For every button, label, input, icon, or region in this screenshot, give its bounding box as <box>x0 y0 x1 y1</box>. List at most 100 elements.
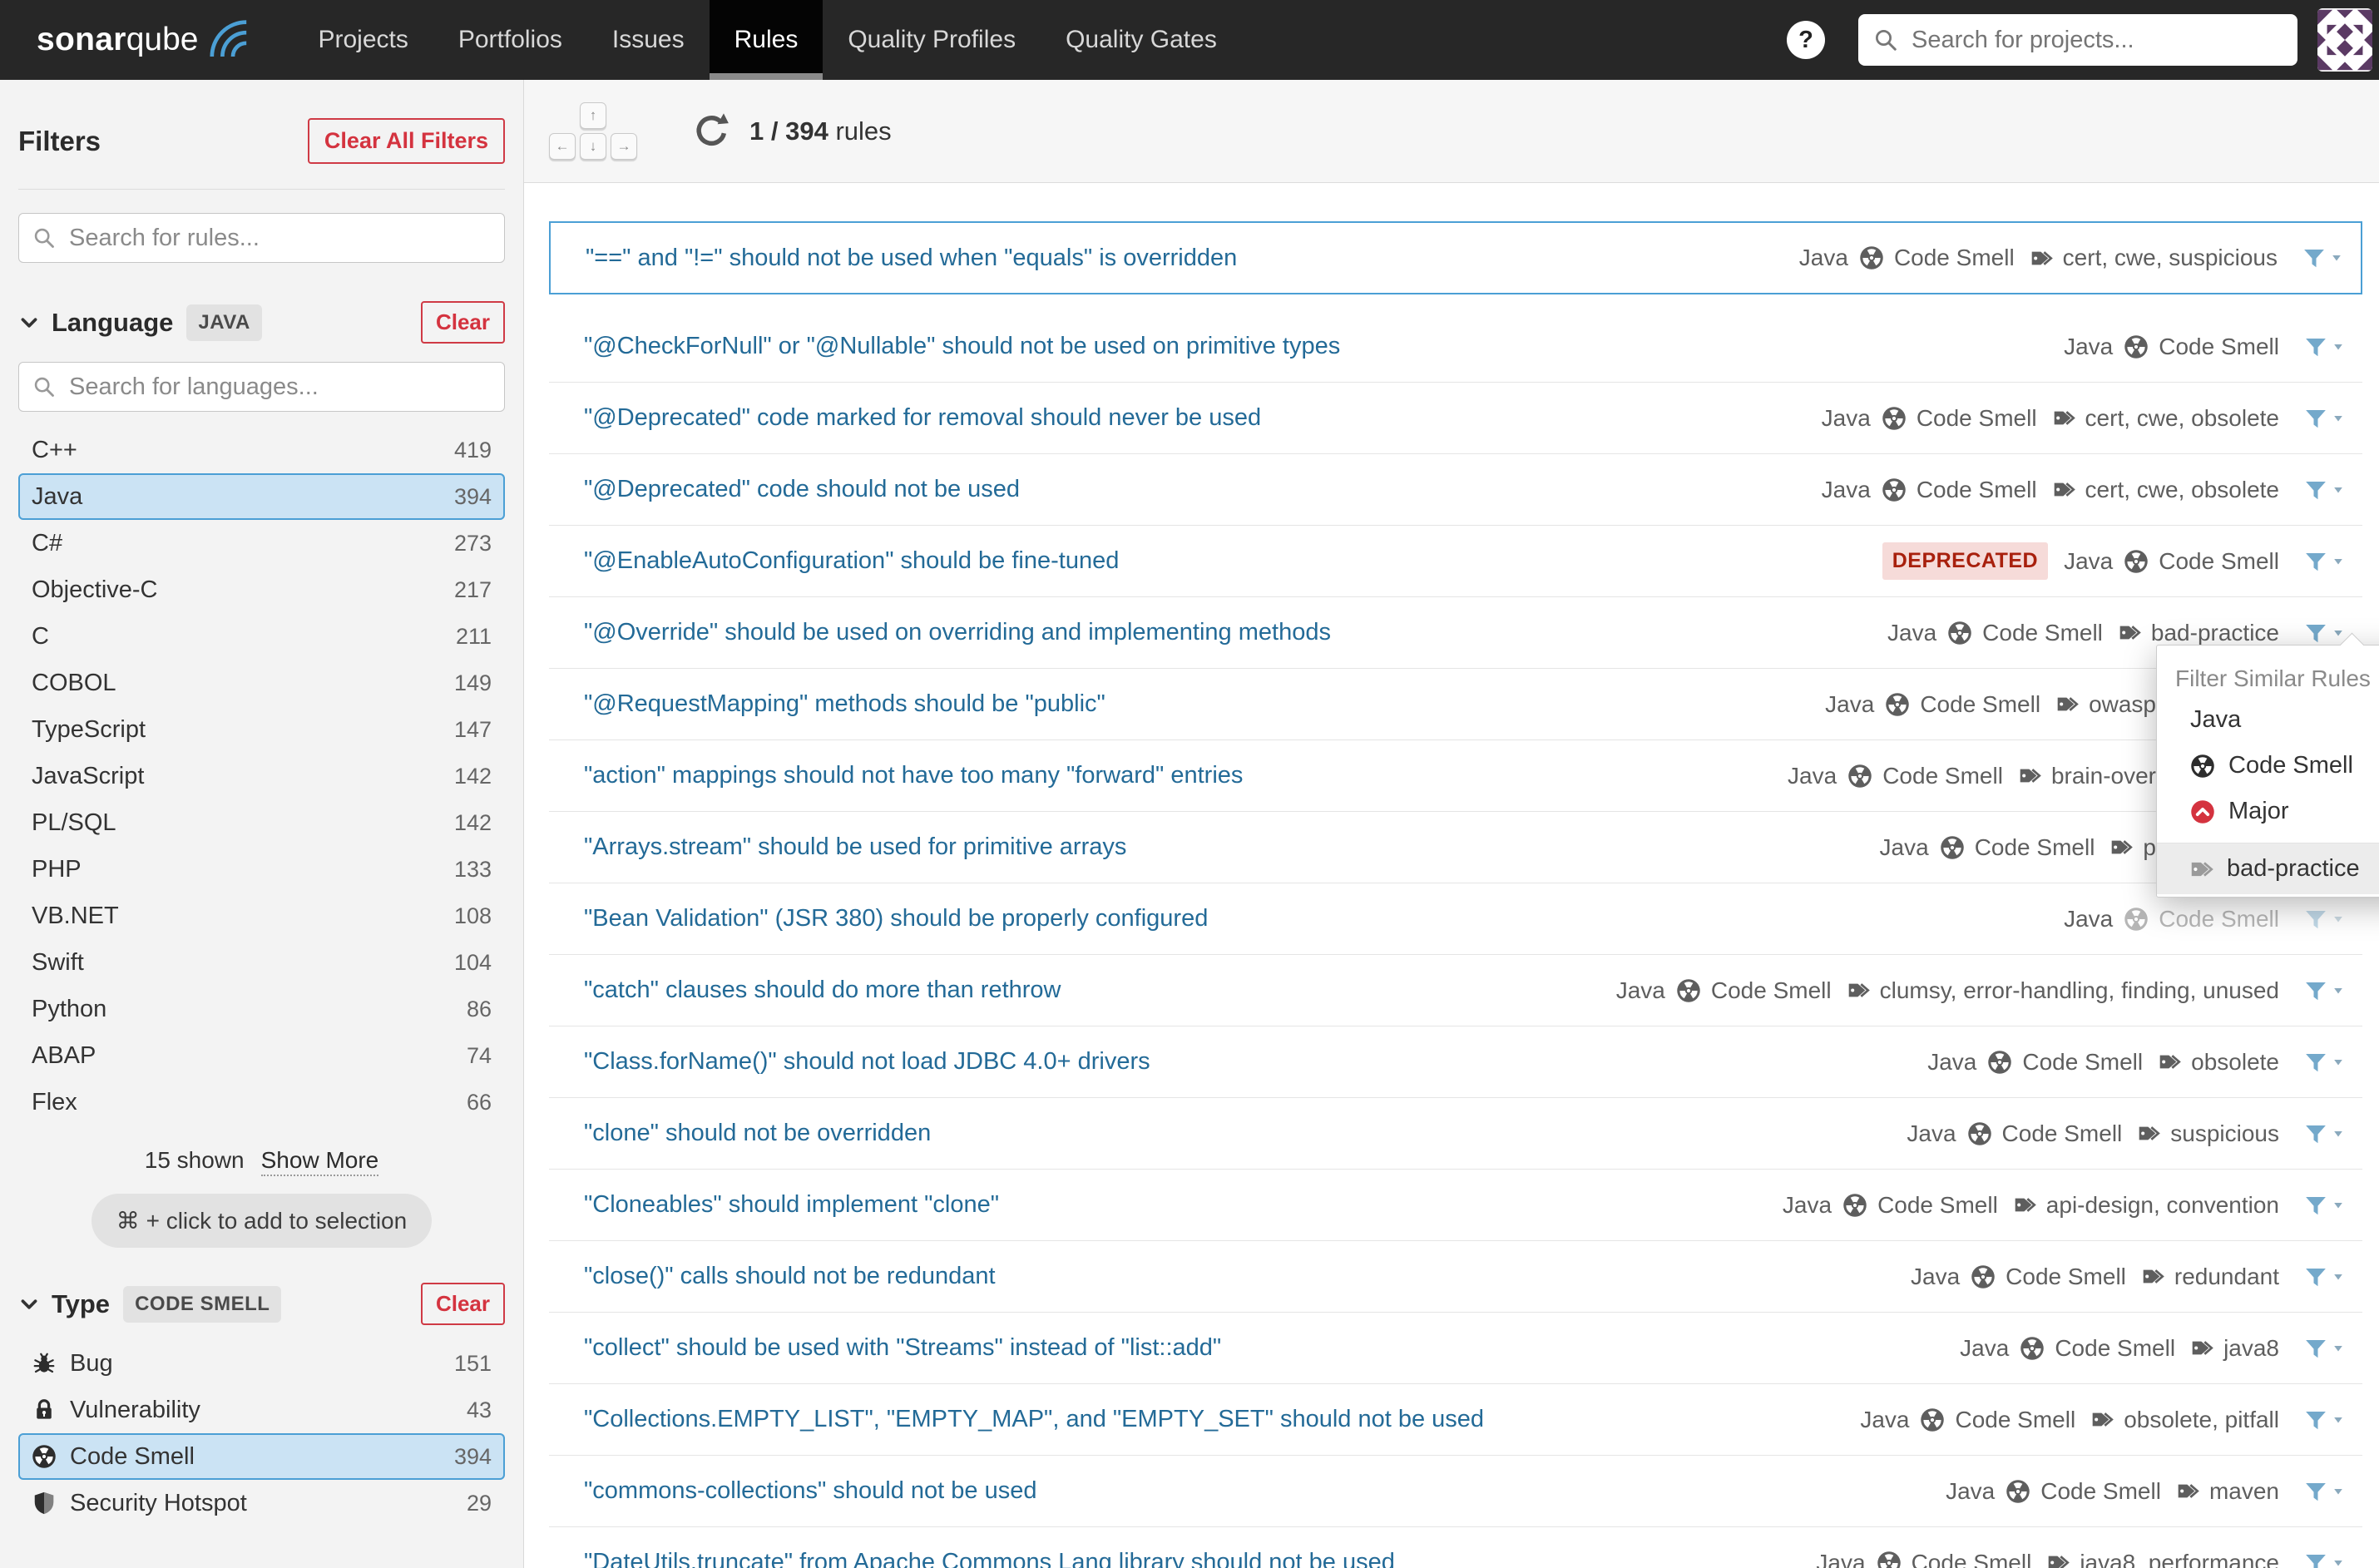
tag-icon <box>2014 1194 2036 1216</box>
rule-title-link[interactable]: "Class.forName()" should not load JDBC 4… <box>584 1048 1927 1076</box>
filter-similar-button[interactable] <box>2303 1479 2344 1504</box>
sidebar-item-pl-sql[interactable]: PL/SQL 142 <box>18 799 505 846</box>
clear-type-button[interactable]: Clear <box>420 1283 505 1325</box>
rule-title-link[interactable]: "Arrays.stream" should be used for primi… <box>584 833 1880 861</box>
rule-title-link[interactable]: "@Deprecated" code marked for removal sh… <box>584 404 1822 432</box>
facet-item-count: 66 <box>466 1089 492 1115</box>
rule-title-link[interactable]: "close()" calls should not be redundant <box>584 1263 1911 1290</box>
filter-similar-button[interactable] <box>2303 406 2344 431</box>
filter-similar-button[interactable] <box>2303 549 2344 574</box>
nav-item-portfolios[interactable]: Portfolios <box>433 0 587 80</box>
popup-item-java[interactable]: Java <box>2157 697 2379 743</box>
filter-similar-button[interactable] <box>2303 1407 2344 1432</box>
sidebar-item-vb-net[interactable]: VB.NET 108 <box>18 893 505 939</box>
sidebar-item-typescript[interactable]: TypeScript 147 <box>18 706 505 753</box>
filter-similar-button[interactable] <box>2303 334 2344 359</box>
rule-title-link[interactable]: "Bean Validation" (JSR 380) should be pr… <box>584 905 2064 932</box>
clear-language-button[interactable]: Clear <box>420 301 505 344</box>
code-smell-icon <box>1842 1193 1867 1218</box>
sidebar-item-security-hotspot[interactable]: Security Hotspot 29 <box>18 1480 505 1526</box>
sidebar-item-php[interactable]: PHP 133 <box>18 846 505 893</box>
nav-item-issues[interactable]: Issues <box>587 0 710 80</box>
sidebar-item-java[interactable]: Java 394 <box>18 473 505 520</box>
rule-title-link[interactable]: "@CheckForNull" or "@Nullable" should no… <box>584 333 2064 360</box>
sidebar-item-bug[interactable]: Bug 151 <box>18 1340 505 1387</box>
sidebar-item-cobol[interactable]: COBOL 149 <box>18 660 505 706</box>
rule-title-link[interactable]: "Cloneables" should implement "clone" <box>584 1191 1783 1219</box>
rule-title-link[interactable]: "clone" should not be overridden <box>584 1120 1907 1147</box>
rule-language: Java <box>1782 1191 1832 1218</box>
funnel-icon <box>2303 549 2328 574</box>
filter-similar-button[interactable] <box>2303 1050 2344 1075</box>
filter-similar-button[interactable] <box>2303 477 2344 502</box>
sidebar-item-c[interactable]: C# 273 <box>18 520 505 566</box>
sidebar-item-c[interactable]: C++ 419 <box>18 427 505 473</box>
help-button[interactable]: ? <box>1787 21 1825 59</box>
sidebar-item-c[interactable]: C 211 <box>18 613 505 660</box>
rule-language: Java <box>1816 1549 1866 1568</box>
popup-item-code-smell[interactable]: Code Smell <box>2157 743 2379 789</box>
facet-item-count: 74 <box>466 1042 492 1068</box>
search-icon <box>32 375 56 398</box>
popup-item-major[interactable]: Major <box>2157 789 2379 834</box>
funnel-icon <box>2303 1264 2328 1289</box>
sidebar-item-abap[interactable]: ABAP 74 <box>18 1032 505 1079</box>
sidebar-item-objective-c[interactable]: Objective-C 217 <box>18 566 505 613</box>
rule-title-link[interactable]: "action" mappings should not have too ma… <box>584 762 1788 789</box>
avatar[interactable] <box>2317 8 2372 72</box>
nav-item-quality-profiles[interactable]: Quality Profiles <box>823 0 1041 80</box>
rule-row: "clone" should not be overridden Java Co… <box>549 1098 2362 1170</box>
sidebar-item-python[interactable]: Python 86 <box>18 986 505 1032</box>
sidebar-item-javascript[interactable]: JavaScript 142 <box>18 753 505 799</box>
filter-similar-button[interactable] <box>2303 1264 2344 1289</box>
popup-item-bad-practice[interactable]: bad-practice <box>2157 843 2379 894</box>
clear-all-filters-button[interactable]: Clear All Filters <box>307 118 505 164</box>
rule-meta: Java Code Smell brain-over <box>1788 763 2156 789</box>
rule-title-link[interactable]: "catch" clauses should do more than reth… <box>584 977 1616 1004</box>
filter-similar-button[interactable] <box>2303 1336 2344 1361</box>
rule-type: Code Smell <box>1967 1120 2122 1147</box>
nav-item-rules[interactable]: Rules <box>709 0 824 80</box>
filter-similar-button[interactable] <box>2302 245 2342 270</box>
filter-similar-button[interactable] <box>2303 1121 2344 1146</box>
rule-title-link[interactable]: "==" and "!=" should not be used when "e… <box>586 245 1799 272</box>
type-facet-header[interactable]: Type CODE SMELL Clear <box>18 1283 505 1325</box>
filter-similar-button[interactable] <box>2303 1193 2344 1218</box>
rule-title-link[interactable]: "collect" should be used with "Streams" … <box>584 1334 1960 1362</box>
filter-similar-button[interactable] <box>2303 621 2344 646</box>
global-search-input[interactable] <box>1910 25 2283 55</box>
sidebar-item-swift[interactable]: Swift 104 <box>18 939 505 986</box>
rule-tags: java8 <box>2191 1335 2279 1362</box>
rule-title-link[interactable]: "commons-collections" should not be used <box>584 1477 1946 1505</box>
reload-icon[interactable] <box>692 111 731 151</box>
codesmell-icon <box>2190 754 2215 779</box>
facet-item-label: JavaScript <box>32 762 145 789</box>
filter-similar-rules-popup: Filter Similar Rules Java Code Smell Maj… <box>2156 645 2379 898</box>
sonarqube-logo[interactable]: sonar qube <box>0 0 268 80</box>
rule-language: Java <box>1927 1048 1977 1075</box>
facet-item-label: Security Hotspot <box>70 1489 247 1516</box>
rules-search-input[interactable] <box>67 223 491 253</box>
rule-row: "commons-collections" should not be used… <box>549 1456 2362 1527</box>
popup-item-label: Major <box>2228 798 2289 824</box>
rule-title-link[interactable]: "@RequestMapping" methods should be "pub… <box>584 690 1825 718</box>
sidebar-item-code-smell[interactable]: Code Smell 394 <box>18 1433 505 1480</box>
rule-title-link[interactable]: "Collections.EMPTY_LIST", "EMPTY_MAP", a… <box>584 1406 1860 1433</box>
nav-item-quality-gates[interactable]: Quality Gates <box>1041 0 1242 80</box>
sidebar-item-flex[interactable]: Flex 66 <box>18 1079 505 1125</box>
language-facet-header[interactable]: Language JAVA Clear <box>18 301 505 344</box>
rule-title-link[interactable]: "DateUtils.truncate" from Apache Commons… <box>584 1549 1816 1568</box>
sidebar-item-vulnerability[interactable]: Vulnerability 43 <box>18 1387 505 1433</box>
rule-meta: Java Code Smell redundant <box>1911 1264 2344 1290</box>
caret-down-icon <box>2331 252 2342 264</box>
filter-similar-button[interactable] <box>2303 978 2344 1003</box>
filter-similar-button[interactable] <box>2303 1551 2344 1568</box>
nav-item-projects[interactable]: Projects <box>293 0 433 80</box>
rule-title-link[interactable]: "@Override" should be used on overriding… <box>584 619 1887 646</box>
funnel-icon <box>2303 1121 2328 1146</box>
languages-search-input[interactable] <box>67 372 491 402</box>
rule-title-link[interactable]: "@EnableAutoConfiguration" should be fin… <box>584 547 1882 575</box>
rule-title-link[interactable]: "@Deprecated" code should not be used <box>584 476 1822 503</box>
show-more-link[interactable]: Show More <box>260 1147 379 1176</box>
filter-similar-button[interactable] <box>2303 907 2344 932</box>
